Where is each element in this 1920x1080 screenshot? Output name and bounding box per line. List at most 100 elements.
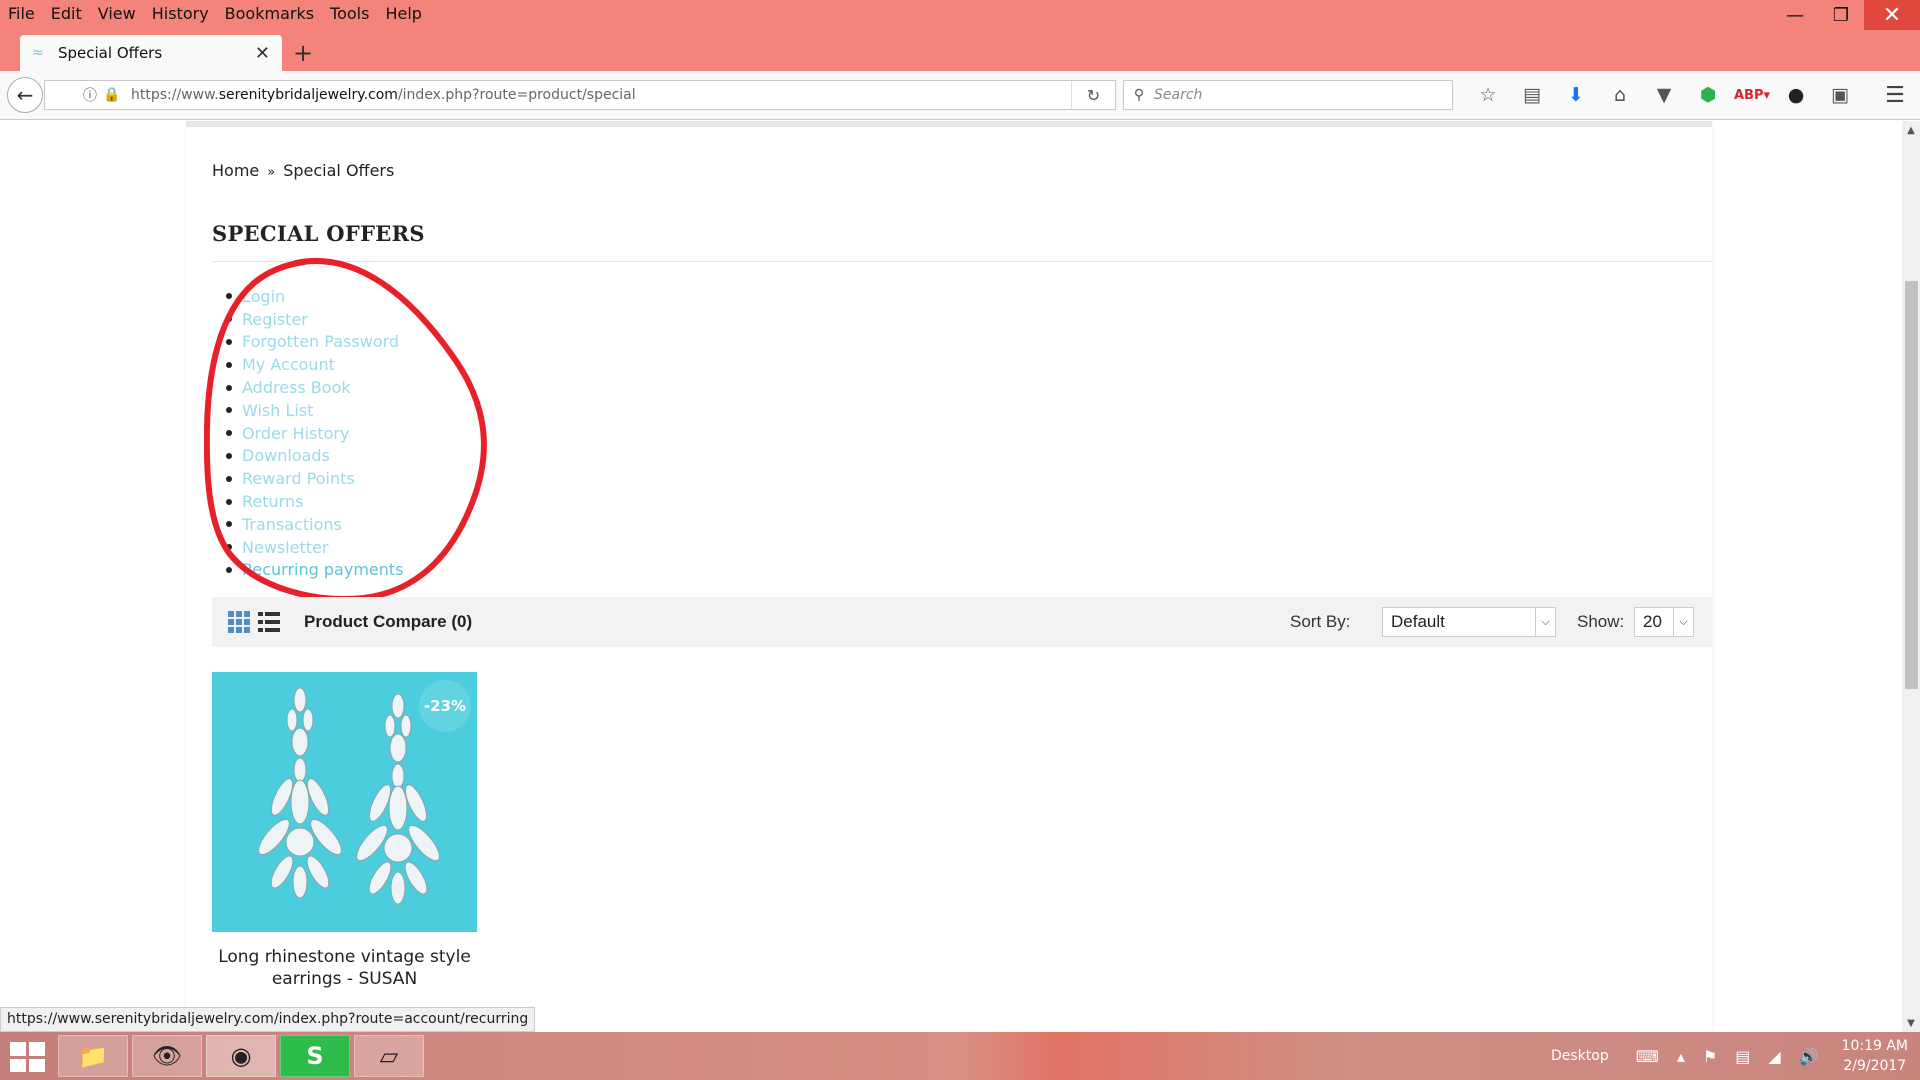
product-image[interactable]: -23%	[212, 672, 477, 932]
close-window-button[interactable]: ✕	[1864, 0, 1920, 30]
system-clock[interactable]: 10:19 AM 2/9/2017	[1842, 1036, 1908, 1076]
hamburger-menu-icon[interactable]: ☰	[1878, 79, 1912, 111]
s-app-icon[interactable]: S	[280, 1035, 350, 1077]
new-tab-button[interactable]: +	[293, 39, 313, 67]
clock-date: 2/9/2017	[1843, 1058, 1907, 1074]
flag-icon[interactable]: ⚑	[1703, 1047, 1717, 1066]
system-tray: Desktop ⌨ ▴ ⚑ ▤ ◢ 🔊 10:19 AM 2/9/2017	[1551, 1032, 1920, 1080]
chevron-down-icon: ⌵	[1535, 608, 1555, 636]
signal-icon[interactable]: ◢	[1768, 1047, 1780, 1066]
content-container: Home » Special Offers SPECIAL OFFERS Log…	[186, 121, 1712, 1032]
list-item: Register	[226, 308, 404, 331]
firefox-icon[interactable]: ◉	[206, 1035, 276, 1077]
back-button[interactable]: ←	[7, 77, 43, 113]
screenshot-icon[interactable]: ▣	[1818, 79, 1862, 111]
notepad-app-icon[interactable]: ▱	[354, 1035, 424, 1077]
reading-list-icon[interactable]: ▤	[1510, 79, 1554, 111]
list-item: Reward Points	[226, 467, 404, 490]
link-reward-points[interactable]: Reward Points	[242, 469, 355, 488]
product-card: -23% Long rhinestone vintage style earri…	[212, 672, 477, 990]
show-limit-select[interactable]: 20 ⌵	[1634, 607, 1694, 637]
keyboard-icon[interactable]: ⌨	[1636, 1047, 1659, 1066]
link-returns[interactable]: Returns	[242, 492, 303, 511]
menu-file[interactable]: File	[0, 4, 43, 23]
scroll-thumb[interactable]	[1905, 281, 1918, 689]
menu-tools[interactable]: Tools	[322, 4, 377, 23]
menu-history[interactable]: History	[144, 4, 217, 23]
link-newsletter[interactable]: Newsletter	[242, 538, 329, 557]
breadcrumb-home[interactable]: Home	[212, 161, 259, 180]
show-label: Show:	[1577, 612, 1625, 631]
link-downloads[interactable]: Downloads	[242, 446, 330, 465]
restore-button[interactable]: ❐	[1818, 0, 1864, 30]
extension-circle-icon[interactable]: ●	[1774, 79, 1818, 111]
link-address-book[interactable]: Address Book	[242, 378, 351, 397]
extension-shield-icon[interactable]: ⬢	[1686, 79, 1730, 111]
network-icon[interactable]: ▤	[1735, 1047, 1750, 1066]
list-item: My Account	[226, 353, 404, 376]
page-viewport: Home » Special Offers SPECIAL OFFERS Log…	[0, 121, 1902, 1032]
discount-badge: -23%	[419, 680, 471, 732]
menu-edit[interactable]: Edit	[43, 4, 90, 23]
adblock-icon[interactable]: ABP▾	[1730, 79, 1774, 111]
search-input[interactable]: ⚲ Search	[1123, 80, 1453, 110]
download-icon[interactable]: ⬇	[1554, 79, 1598, 111]
link-login[interactable]: Login	[242, 287, 285, 306]
list-item: Returns	[226, 490, 404, 513]
eye-app-icon[interactable]: 👁	[132, 1035, 202, 1077]
bullet-icon	[226, 566, 232, 573]
windows-taskbar: 📁 👁 ◉ S ▱ Desktop ⌨ ▴ ⚑ ▤ ◢ 🔊 10:19 AM 2…	[0, 1032, 1920, 1080]
bullet-icon	[226, 452, 232, 459]
bullet-icon	[226, 475, 232, 482]
sort-by-select[interactable]: Default ⌵	[1382, 607, 1556, 637]
link-forgotten-password[interactable]: Forgotten Password	[242, 332, 399, 351]
link-register[interactable]: Register	[242, 310, 308, 329]
list-item: Login	[226, 285, 404, 308]
menu-bookmarks[interactable]: Bookmarks	[217, 4, 322, 23]
bullet-icon	[226, 361, 232, 368]
list-item: Downloads	[226, 445, 404, 468]
desktop-toolbar-label[interactable]: Desktop	[1551, 1048, 1609, 1064]
toolbar-icons: ☆ ▤ ⬇ ⌂ ▼ ⬢ ABP▾ ● ▣	[1466, 79, 1862, 111]
volume-icon[interactable]: 🔊	[1799, 1047, 1819, 1066]
scroll-down-arrow-icon[interactable]: ▼	[1902, 1014, 1920, 1032]
menu-view[interactable]: View	[90, 4, 144, 23]
product-toolbar: Product Compare (0) Sort By: Default ⌵ S…	[212, 597, 1712, 647]
url-bar[interactable]: ⓘ 🔒 https://www.serenitybridaljewelry.co…	[44, 80, 1116, 110]
breadcrumb-special-offers[interactable]: Special Offers	[283, 161, 394, 180]
grid-view-icon[interactable]	[228, 611, 250, 633]
close-tab-icon[interactable]: ✕	[255, 43, 270, 64]
link-recurring-payments[interactable]: Recurring payments	[242, 560, 404, 579]
tab-special-offers[interactable]: ≈ Special Offers ✕	[20, 35, 282, 71]
bookmark-star-icon[interactable]: ☆	[1466, 79, 1510, 111]
file-explorer-icon[interactable]: 📁	[58, 1035, 128, 1077]
breadcrumb: Home » Special Offers	[212, 161, 394, 180]
product-compare-link[interactable]: Product Compare (0)	[304, 612, 472, 632]
list-item: Forgotten Password	[226, 331, 404, 354]
link-order-history[interactable]: Order History	[242, 424, 349, 443]
vertical-scrollbar[interactable]: ▲ ▼	[1902, 121, 1920, 1032]
bullet-icon	[226, 430, 232, 437]
bullet-icon	[226, 384, 232, 391]
menu-help[interactable]: Help	[377, 4, 429, 23]
start-button[interactable]	[10, 1042, 48, 1072]
reload-button[interactable]: ↻	[1071, 81, 1115, 109]
title-divider	[212, 261, 1712, 262]
home-icon[interactable]: ⌂	[1598, 79, 1642, 111]
list-item: Wish List	[226, 399, 404, 422]
product-name-link[interactable]: Long rhinestone vintage style earrings -…	[212, 946, 477, 990]
pocket-icon[interactable]: ▼	[1642, 79, 1686, 111]
list-item: Order History	[226, 422, 404, 445]
link-transactions[interactable]: Transactions	[242, 515, 342, 534]
url-text: https://www.serenitybridaljewelry.com/in…	[131, 87, 636, 103]
lock-icon: 🔒	[103, 87, 121, 103]
minimize-button[interactable]: —	[1772, 0, 1818, 30]
tray-expand-icon[interactable]: ▴	[1677, 1047, 1685, 1066]
info-icon[interactable]: ⓘ	[79, 85, 101, 105]
scroll-up-arrow-icon[interactable]: ▲	[1902, 121, 1920, 139]
link-my-account[interactable]: My Account	[242, 355, 335, 374]
link-wish-list[interactable]: Wish List	[242, 401, 313, 420]
account-links-list: Login Register Forgotten Password My Acc…	[226, 285, 404, 581]
breadcrumb-separator: »	[267, 165, 276, 180]
list-view-icon[interactable]	[258, 612, 280, 632]
